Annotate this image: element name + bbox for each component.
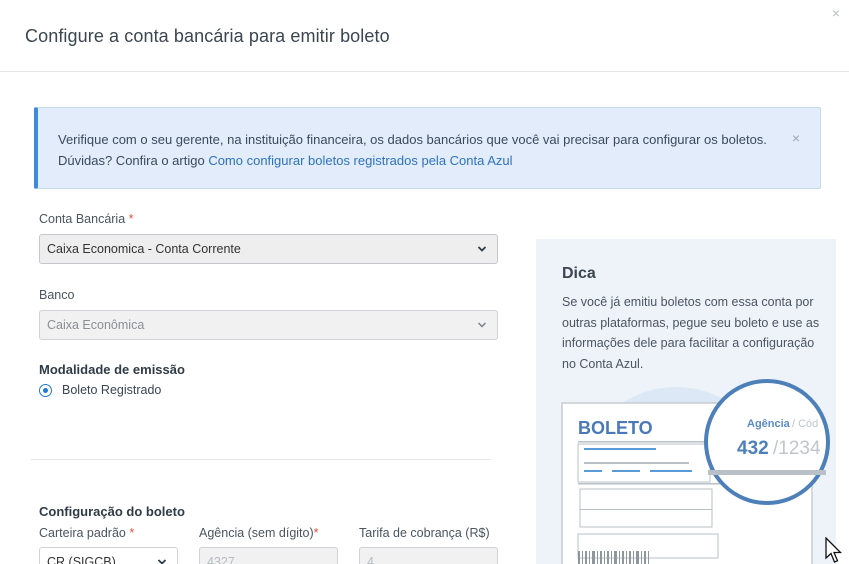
alert-help-link[interactable]: Como configurar boletos registrados pela…: [208, 153, 512, 168]
banco-label: Banco: [39, 288, 75, 302]
mouse-cursor-icon: [825, 537, 843, 563]
boleto-line: [578, 441, 723, 443]
boleto-illustration: BOLETO Agência / Cód 432 /1234: [561, 379, 830, 564]
info-alert: Verifique com o seu gerente, na institui…: [34, 107, 821, 189]
chevron-down-icon: [477, 246, 487, 252]
carteira-value: CR (SIGCB): [47, 555, 116, 564]
agencia-label: Agência (sem dígito)*: [199, 526, 319, 540]
zoom-cod-value: /1234: [773, 438, 821, 459]
boleto-line: [580, 509, 712, 510]
zoom-agencia-value: 432: [737, 438, 769, 459]
required-mark: *: [128, 212, 134, 226]
modalidade-title: Modalidade de emissão: [39, 362, 185, 377]
carteira-select[interactable]: CR (SIGCB): [39, 547, 178, 564]
tarifa-label: Tarifa de cobrança (R$): [359, 526, 490, 540]
chevron-down-icon: [157, 559, 167, 564]
tarifa-input[interactable]: 4,: [359, 547, 498, 564]
boleto-field-line: [584, 470, 602, 472]
required-mark: *: [313, 526, 319, 540]
banco-value: Caixa Econômica: [47, 318, 145, 332]
modal-title: Configure a conta bancária para emitir b…: [25, 26, 390, 46]
configure-bank-modal: Configure a conta bancária para emitir b…: [0, 0, 849, 564]
close-modal-icon[interactable]: ×: [829, 6, 843, 20]
alert-close-icon[interactable]: ×: [792, 130, 800, 146]
boleto-field-line: [584, 448, 656, 450]
agencia-input[interactable]: 4327: [199, 547, 338, 564]
agencia-value: 4327: [207, 555, 235, 564]
chevron-down-icon: [477, 322, 487, 328]
conta-bancaria-label: Conta Bancária *: [39, 212, 134, 226]
boleto-label: BOLETO: [578, 418, 653, 438]
zoom-agencia-label: Agência: [747, 418, 791, 430]
boleto-field-line: [584, 462, 689, 464]
boleto-registrado-label[interactable]: Boleto Registrado: [62, 383, 161, 397]
zoom-magnifier: Agência / Cód 432 /1234: [704, 379, 830, 505]
boleto-field-line: [612, 470, 640, 472]
conta-bancaria-value: Caixa Economica - Conta Corrente: [47, 242, 241, 256]
tarifa-value: 4,: [367, 555, 378, 564]
boleto-field-line: [650, 470, 692, 472]
zoom-cod-label: / Cód: [792, 418, 818, 430]
carteira-label: Carteira padrão *: [39, 526, 135, 540]
required-mark: *: [129, 526, 135, 540]
alert-text: Verifique com o seu gerente, na institui…: [58, 129, 778, 171]
boleto-registrado-radio[interactable]: [39, 384, 52, 397]
divider: [31, 459, 491, 460]
conta-bancaria-select[interactable]: Caixa Economica - Conta Corrente: [39, 234, 498, 264]
modal-header: Configure a conta bancária para emitir b…: [0, 0, 849, 72]
tip-panel: Dica Se você já emitiu boletos com essa …: [536, 239, 836, 564]
banco-select[interactable]: Caixa Econômica: [39, 310, 498, 340]
config-boleto-title: Configuração do boleto: [39, 504, 185, 519]
